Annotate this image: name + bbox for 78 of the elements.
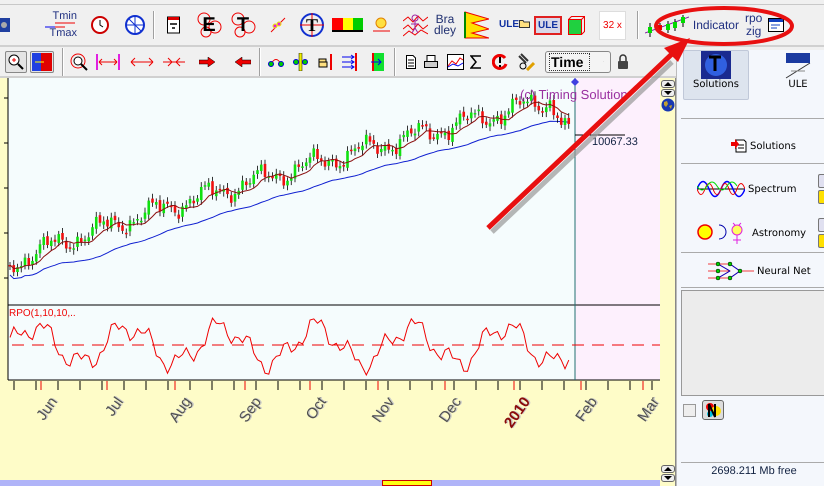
window-icon[interactable] xyxy=(768,18,784,32)
left-arrow-icon[interactable] xyxy=(235,56,251,66)
compass-icon[interactable] xyxy=(125,15,145,35)
ts-logo xyxy=(701,51,731,79)
clock-icon[interactable] xyxy=(91,16,109,34)
globe-icon[interactable] xyxy=(660,98,674,112)
alert-circle-icon[interactable] xyxy=(492,54,508,70)
calendar-icon[interactable] xyxy=(167,16,180,34)
month-label: Jun xyxy=(33,394,61,424)
solutions-button[interactable]: Solutions xyxy=(731,139,824,153)
candlestick-icon xyxy=(644,13,689,37)
bradley-button[interactable]: Bra dley xyxy=(434,14,456,36)
tools-icon[interactable] xyxy=(518,52,535,70)
bar-points-icon[interactable] xyxy=(293,52,308,70)
ule-button[interactable]: ULE xyxy=(534,16,562,34)
arrows-to-line-icon[interactable] xyxy=(342,52,358,70)
stick-figure-icon[interactable] xyxy=(403,13,428,37)
month-label: Nov xyxy=(368,394,398,426)
indicator-button[interactable]: Indicator xyxy=(644,13,739,37)
down-triangle-icon xyxy=(664,476,672,480)
month-label: Dec xyxy=(436,394,465,426)
price-label: 10067.33 xyxy=(592,136,638,148)
timer-icon[interactable] xyxy=(373,17,391,33)
sigma-icon[interactable] xyxy=(470,54,482,68)
up-triangle-icon xyxy=(664,82,672,86)
month-label: Feb xyxy=(572,394,601,425)
astronomy-button[interactable]: Astronomy xyxy=(697,222,806,244)
up-triangle-icon xyxy=(664,467,672,471)
chart-grid-icon[interactable] xyxy=(447,54,464,70)
ule-logo xyxy=(783,51,813,79)
indicator-label: RPO(1,10,10,.. xyxy=(9,308,76,319)
time-dropdown[interactable]: Time xyxy=(545,50,611,72)
zoom-factor-button[interactable]: 32 x xyxy=(599,10,626,40)
double-arrow-icon xyxy=(43,22,77,28)
zoom-in-button[interactable] xyxy=(5,50,27,72)
month-label: Sep xyxy=(236,394,265,426)
ule-folder-button[interactable]: ULE xyxy=(499,13,530,37)
spectrum-button[interactable]: Spectrum xyxy=(697,178,796,200)
cube-icon[interactable] xyxy=(568,16,586,34)
folder-icon xyxy=(519,19,530,28)
tmin-tmax-button[interactable]: Tmin Tmax xyxy=(43,11,77,39)
scroll-up-button[interactable] xyxy=(660,465,674,473)
document-icon[interactable] xyxy=(406,54,416,68)
printer-icon[interactable] xyxy=(424,54,438,68)
lock-icon[interactable] xyxy=(617,54,629,69)
date-marker-icon xyxy=(571,78,579,86)
letter-n-icon xyxy=(705,402,721,418)
memory-status: 2698.211 Mb free xyxy=(710,464,798,479)
range-arrow-icon[interactable] xyxy=(96,54,120,70)
month-label: Mar xyxy=(634,394,663,425)
panel-tab[interactable]: Solutions xyxy=(683,50,749,100)
network-button[interactable] xyxy=(702,400,724,420)
right-arrow-icon[interactable] xyxy=(199,56,215,66)
trend-line-icon[interactable] xyxy=(270,17,286,33)
down-triangle-icon xyxy=(664,91,672,95)
scroll-thumb[interactable] xyxy=(382,480,432,486)
split-view-button[interactable] xyxy=(30,50,54,72)
arrow-to-bar-icon[interactable] xyxy=(371,52,384,70)
expand-arrow-icon[interactable] xyxy=(130,56,154,66)
panel-tab[interactable]: ULE xyxy=(765,50,824,100)
month-label: Oct xyxy=(302,394,330,423)
waves-icon xyxy=(697,178,745,200)
checkbox[interactable] xyxy=(683,404,696,416)
network-graph-icon xyxy=(708,261,754,281)
neural-net-button[interactable]: Neural Net xyxy=(708,261,824,281)
color-bar-icon[interactable] xyxy=(332,18,363,32)
document-arrow-icon xyxy=(731,139,747,153)
month-label: Jul xyxy=(102,394,127,420)
rpo-zig-button[interactable]: rpo zig xyxy=(744,12,762,38)
horizontal-scrollbar[interactable] xyxy=(0,480,660,486)
contract-arrow-icon[interactable] xyxy=(162,56,186,66)
chart-icon[interactable] xyxy=(0,16,10,34)
zigzag-icon[interactable] xyxy=(464,11,490,39)
zoom-target-icon[interactable] xyxy=(70,52,88,70)
scroll-down-button[interactable] xyxy=(660,89,674,97)
scroll-down-button[interactable] xyxy=(660,474,674,482)
scroll-up-button[interactable] xyxy=(660,80,674,88)
arc-points-icon[interactable] xyxy=(268,56,284,66)
